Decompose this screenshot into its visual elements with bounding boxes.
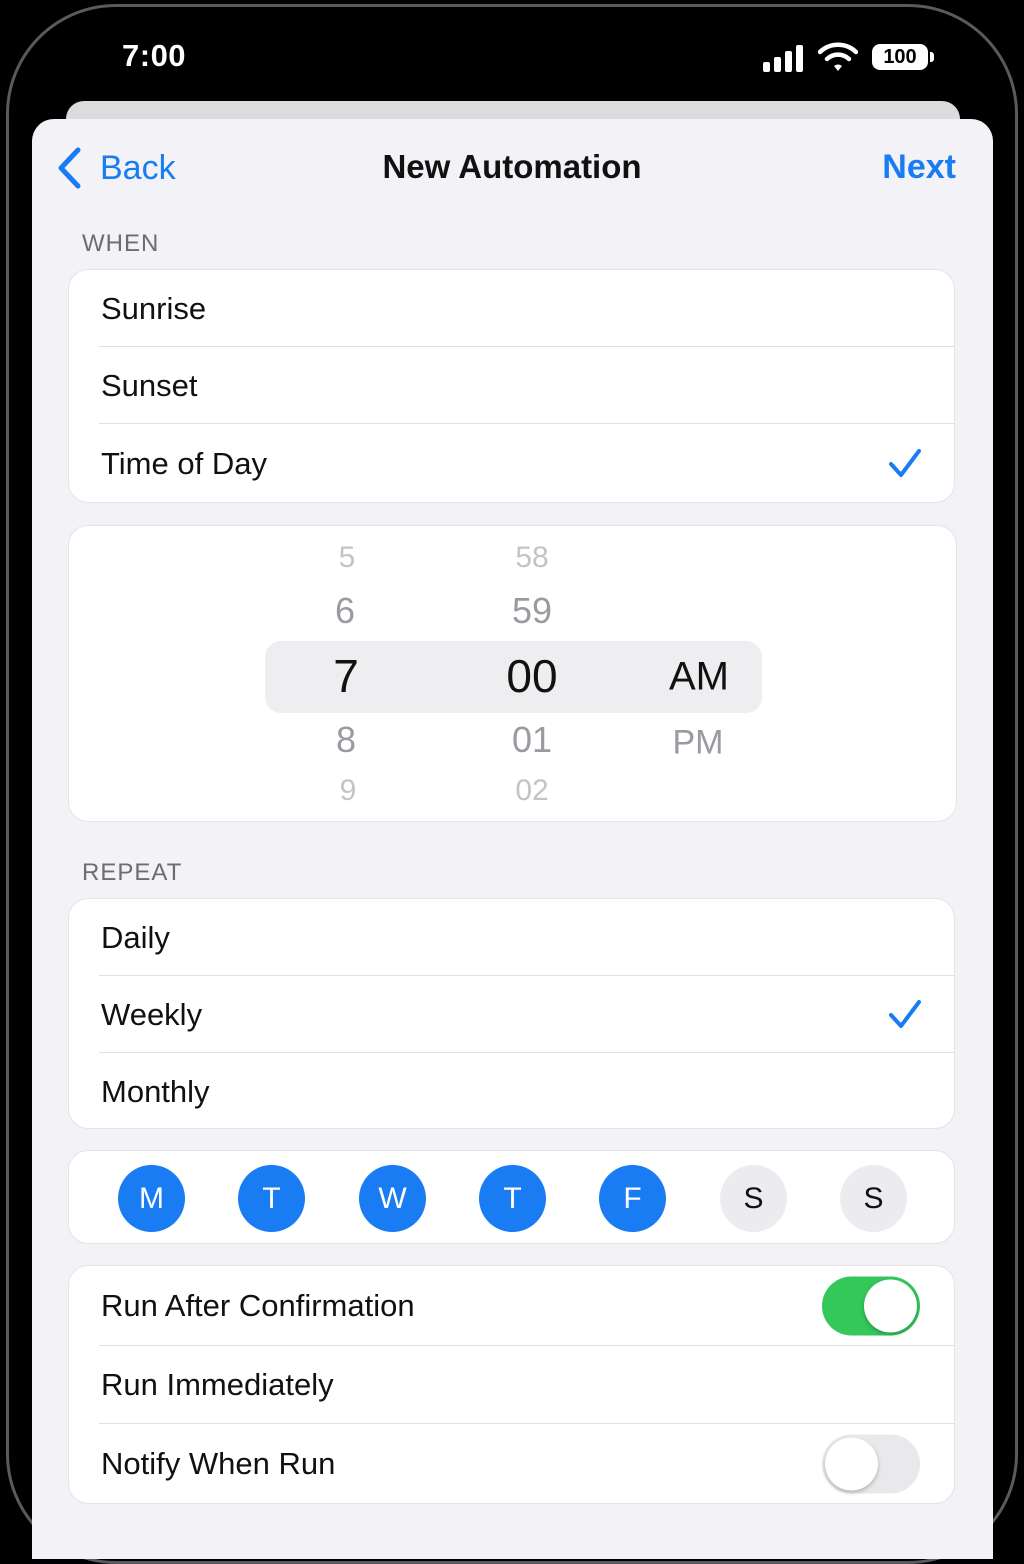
option-label: Sunrise [101, 290, 207, 326]
setting-run-immediately[interactable]: Run Immediately [69, 1346, 954, 1424]
setting-label: Run Immediately [101, 1367, 334, 1402]
day-toggle-monday[interactable]: M [118, 1165, 185, 1232]
day-toggle-tuesday[interactable]: T [238, 1165, 305, 1232]
repeat-option-daily[interactable]: Daily [69, 899, 954, 976]
option-label: Weekly [101, 996, 203, 1032]
when-option-time-of-day[interactable]: Time of Day [69, 425, 954, 502]
hour-wheel-item[interactable]: 9 [340, 774, 357, 808]
option-label: Daily [101, 919, 170, 955]
battery-indicator: 100 [872, 44, 928, 70]
repeat-section-label: REPEAT [82, 859, 183, 886]
minute-wheel-item[interactable]: 58 [515, 541, 548, 575]
weekday-selector: M T W T F S S [68, 1150, 955, 1244]
option-label: Monthly [101, 1073, 210, 1109]
hour-wheel-item[interactable]: 6 [335, 590, 355, 632]
row-divider [99, 423, 954, 424]
period-wheel-selected[interactable]: AM [669, 655, 729, 700]
minute-wheel-item[interactable]: 01 [512, 719, 552, 761]
day-toggle-wednesday[interactable]: W [359, 1165, 426, 1232]
day-toggle-sunday[interactable]: S [840, 1165, 907, 1232]
setting-run-after-confirmation: Run After Confirmation [69, 1266, 954, 1346]
wifi-icon [818, 42, 858, 71]
cellular-signal-icon [763, 44, 807, 72]
checkmark-icon [889, 999, 921, 1028]
when-section-label: WHEN [82, 230, 160, 257]
status-time: 7:00 [122, 38, 187, 73]
minute-wheel-item[interactable]: 59 [512, 590, 552, 632]
toggle-knob [864, 1279, 917, 1333]
checkmark-icon [889, 448, 921, 477]
when-options-card: Sunrise Sunset Time of Day [68, 269, 955, 503]
hour-wheel-item[interactable]: 8 [336, 719, 356, 761]
minute-wheel-item[interactable]: 02 [515, 774, 548, 808]
hour-wheel-selected[interactable]: 7 [333, 649, 359, 703]
day-toggle-friday[interactable]: F [599, 1165, 666, 1232]
status-bar: 7:00 100 [0, 0, 1024, 110]
option-label: Sunset [101, 367, 198, 403]
page-title: New Automation [382, 148, 642, 185]
when-option-sunrise[interactable]: Sunrise [69, 270, 954, 347]
setting-label: Notify When Run [101, 1446, 336, 1481]
notify-when-run-toggle[interactable] [822, 1434, 920, 1494]
battery-tip-icon [930, 52, 934, 62]
day-toggle-saturday[interactable]: S [720, 1165, 787, 1232]
hour-wheel-item[interactable]: 5 [339, 541, 356, 575]
run-settings-card: Run After Confirmation Run Immediately N… [68, 1265, 955, 1504]
minute-wheel-selected[interactable]: 00 [506, 649, 557, 703]
next-button[interactable]: Next [882, 148, 956, 187]
when-option-sunset[interactable]: Sunset [69, 347, 954, 424]
option-label: Time of Day [101, 445, 267, 481]
period-wheel-item[interactable]: PM [673, 724, 724, 763]
day-toggle-thursday[interactable]: T [479, 1165, 546, 1232]
repeat-options-card: Daily Weekly Monthly [68, 898, 955, 1129]
setting-label: Run After Confirmation [101, 1288, 415, 1323]
setting-notify-when-run: Notify When Run [69, 1424, 954, 1504]
repeat-option-weekly[interactable]: Weekly [69, 976, 954, 1053]
run-after-confirmation-toggle[interactable] [822, 1276, 920, 1336]
toggle-knob [825, 1437, 878, 1491]
repeat-option-monthly[interactable]: Monthly [69, 1053, 954, 1130]
time-picker: 5 6 7 8 9 58 59 00 01 02 AM PM [68, 525, 957, 822]
